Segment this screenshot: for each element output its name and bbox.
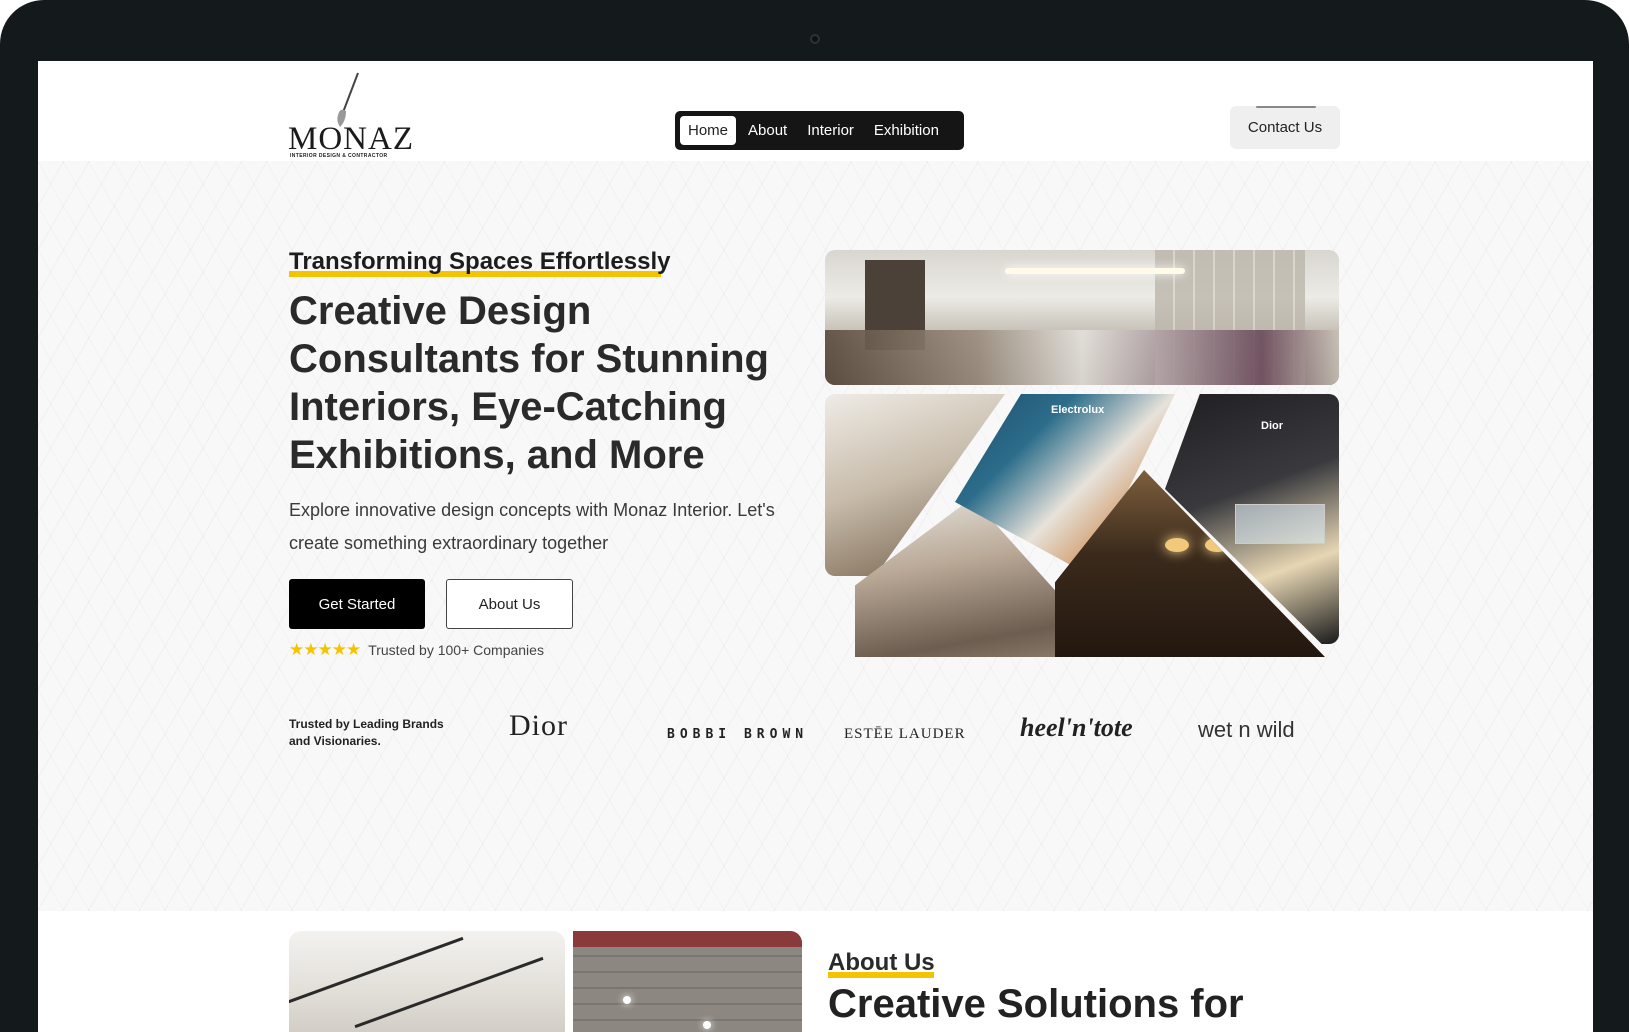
hero-tagline: Transforming Spaces Effortlessly: [289, 248, 671, 275]
contact-us-button[interactable]: Contact Us: [1230, 106, 1340, 149]
rating: ★★★★★ Trusted by 100+ Companies: [289, 640, 544, 660]
camera-icon: [810, 34, 820, 44]
nav-home[interactable]: Home: [680, 116, 737, 145]
star-rating-icon: ★★★★★: [289, 640, 361, 659]
about-section-title: Creative Solutions for: [828, 982, 1244, 1026]
nav-exhibition[interactable]: Exhibition: [866, 116, 947, 145]
about-us-button[interactable]: About Us: [446, 579, 573, 629]
hero-subtext: Explore innovative design concepts with …: [289, 500, 775, 553]
nav-about[interactable]: About: [740, 116, 795, 145]
get-started-button[interactable]: Get Started: [289, 579, 425, 629]
logo[interactable]: MONAZ INTERIOR DESIGN & CONTRACTOR: [288, 71, 413, 161]
hero-headline: Creative Design Consultants for Stunning…: [289, 289, 769, 477]
brand-logo-bobbi-brown: BOBBI BROWN: [667, 727, 809, 742]
brand-logo-heel-n-tote: heel'n'tote: [1020, 713, 1133, 742]
device-frame: MONAZ INTERIOR DESIGN & CONTRACTOR Home …: [0, 0, 1629, 1032]
rating-text: Trusted by 100+ Companies: [368, 642, 544, 658]
nav-interior[interactable]: Interior: [799, 116, 862, 145]
electrolux-sign: Electrolux: [1051, 404, 1105, 416]
about-showroom-image: [289, 931, 565, 1032]
brands-label: Trusted by Leading Brands and Visionarie…: [289, 717, 444, 748]
logo-subtitle: INTERIOR DESIGN & CONTRACTOR: [290, 153, 388, 159]
hero-collage: Electrolux Dior: [825, 250, 1339, 657]
dior-sign: Dior: [1261, 420, 1283, 432]
about-facility-image: [573, 931, 802, 1032]
brand-logo-dior: Dior: [509, 709, 568, 742]
browser-viewport: MONAZ INTERIOR DESIGN & CONTRACTOR Home …: [38, 61, 1593, 1032]
about-section-label: About Us: [828, 949, 935, 976]
office-interior-image: [825, 250, 1339, 385]
brand-logo-estee-lauder: ESTĒE LAUDER: [844, 726, 966, 742]
main-nav: Home About Interior Exhibition: [675, 111, 964, 150]
hero-background: [38, 161, 1593, 911]
brand-logo-wet-n-wild: wet n wild: [1198, 717, 1295, 742]
